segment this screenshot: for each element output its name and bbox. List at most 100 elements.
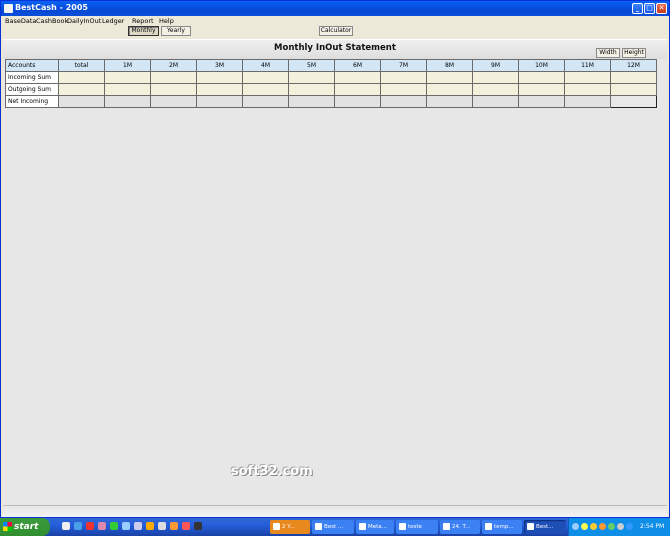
menu-cashbook[interactable]: CashBook	[36, 17, 68, 25]
table-cell[interactable]	[104, 71, 151, 84]
task-button[interactable]: 24. T...	[440, 520, 480, 534]
table-cell[interactable]	[472, 83, 519, 96]
column-header[interactable]: 7M	[380, 59, 427, 72]
app-icon[interactable]	[134, 522, 142, 530]
table-cell[interactable]	[380, 83, 427, 96]
column-header[interactable]: 5M	[288, 59, 335, 72]
column-header[interactable]: 8M	[426, 59, 473, 72]
tray-icon[interactable]	[599, 523, 606, 530]
column-header[interactable]: 11M	[564, 59, 611, 72]
column-header[interactable]: 6M	[334, 59, 381, 72]
app-icon[interactable]	[158, 522, 166, 530]
column-header[interactable]: 9M	[472, 59, 519, 72]
table-cell[interactable]	[58, 95, 105, 108]
table-cell[interactable]	[196, 95, 243, 108]
height-button[interactable]: Height	[622, 48, 646, 58]
column-header[interactable]: 2M	[150, 59, 197, 72]
yearly-button[interactable]: Yearly	[161, 26, 191, 36]
network-icon[interactable]	[572, 523, 579, 530]
task-button[interactable]: teste	[396, 520, 438, 534]
table-cell[interactable]	[242, 71, 289, 84]
media-icon[interactable]	[86, 522, 94, 530]
table-cell[interactable]	[288, 71, 335, 84]
minimize-button[interactable]: _	[632, 3, 643, 14]
table-cell[interactable]	[58, 71, 105, 84]
tray-icon[interactable]	[608, 523, 615, 530]
table-cell[interactable]	[472, 71, 519, 84]
table-cell[interactable]	[104, 83, 151, 96]
tray-icon[interactable]	[617, 523, 624, 530]
app-icon[interactable]	[170, 522, 178, 530]
monthly-button[interactable]: Monthly	[128, 26, 159, 36]
table-cell[interactable]	[564, 71, 611, 84]
menu-help[interactable]: Help	[159, 17, 174, 25]
table-cell[interactable]	[564, 83, 611, 96]
task-button-active[interactable]: Best...	[524, 520, 566, 534]
table-cell[interactable]	[196, 71, 243, 84]
table-cell[interactable]	[288, 95, 335, 108]
start-button[interactable]: start	[0, 518, 50, 536]
title-bar[interactable]: BestCash - 2005 _ □ ✕	[1, 1, 669, 16]
close-button[interactable]: ✕	[656, 3, 667, 14]
table-cell[interactable]	[518, 95, 565, 108]
column-header[interactable]: 1M	[104, 59, 151, 72]
table-cell[interactable]	[610, 95, 657, 108]
browser-icon[interactable]	[74, 522, 82, 530]
table-cell[interactable]	[610, 83, 657, 96]
task-button[interactable]: Meta...	[356, 520, 394, 534]
tray-icon[interactable]	[590, 523, 597, 530]
task-button[interactable]: Best ...	[312, 520, 354, 534]
task-button[interactable]: temp...	[482, 520, 522, 534]
table-cell[interactable]	[288, 83, 335, 96]
table-cell[interactable]	[242, 95, 289, 108]
task-button[interactable]: 2 Y...	[270, 520, 310, 534]
table-cell[interactable]	[150, 83, 197, 96]
table-cell[interactable]	[564, 95, 611, 108]
calculator-button[interactable]: Calculator	[319, 26, 353, 36]
column-header[interactable]: Accounts	[5, 59, 59, 72]
table-cell[interactable]	[104, 95, 151, 108]
table-cell[interactable]	[426, 95, 473, 108]
table-cell[interactable]	[518, 83, 565, 96]
maximize-button[interactable]: □	[644, 3, 655, 14]
app-icon[interactable]	[110, 522, 118, 530]
column-header[interactable]: 10M	[518, 59, 565, 72]
table-cell[interactable]	[472, 95, 519, 108]
table-cell[interactable]	[380, 95, 427, 108]
table-cell[interactable]	[242, 83, 289, 96]
app-icon[interactable]	[146, 522, 154, 530]
column-header[interactable]: total	[58, 59, 105, 72]
row-label-net[interactable]: Net Incoming	[5, 95, 59, 108]
table-cell[interactable]	[426, 83, 473, 96]
tray-icon[interactable]	[581, 523, 588, 530]
table-cell[interactable]	[610, 71, 657, 84]
app-icon[interactable]	[182, 522, 190, 530]
table-cell[interactable]	[150, 95, 197, 108]
table-cell[interactable]	[334, 71, 381, 84]
app-icon[interactable]	[122, 522, 130, 530]
menu-ledger[interactable]: Ledger	[102, 17, 124, 25]
column-header[interactable]: 12M	[610, 59, 657, 72]
desktop-icon[interactable]	[62, 522, 70, 530]
menu-basedata[interactable]: BaseData	[5, 17, 36, 25]
table-cell[interactable]	[380, 71, 427, 84]
table-cell[interactable]	[334, 83, 381, 96]
table-cell[interactable]	[334, 95, 381, 108]
table-cell[interactable]	[58, 83, 105, 96]
table-cell[interactable]	[196, 83, 243, 96]
width-button[interactable]: Width	[596, 48, 620, 58]
column-header[interactable]: 4M	[242, 59, 289, 72]
row-label-outgoing[interactable]: Outgoing Sum	[5, 83, 59, 96]
menu-dailyinout[interactable]: DailyInOut	[67, 17, 101, 25]
table-cell[interactable]	[518, 71, 565, 84]
report-title: Monthly InOut Statement	[274, 43, 396, 53]
tray-icon[interactable]	[626, 523, 633, 530]
app-icon[interactable]	[194, 522, 202, 530]
table-cell[interactable]	[426, 71, 473, 84]
table-cell[interactable]	[150, 71, 197, 84]
row-label-incoming[interactable]: Incoming Sum	[5, 71, 59, 84]
app-icon[interactable]	[98, 522, 106, 530]
column-header[interactable]: 3M	[196, 59, 243, 72]
clock[interactable]: 2:54 PM	[640, 518, 664, 536]
menu-report[interactable]: Report	[132, 17, 154, 25]
